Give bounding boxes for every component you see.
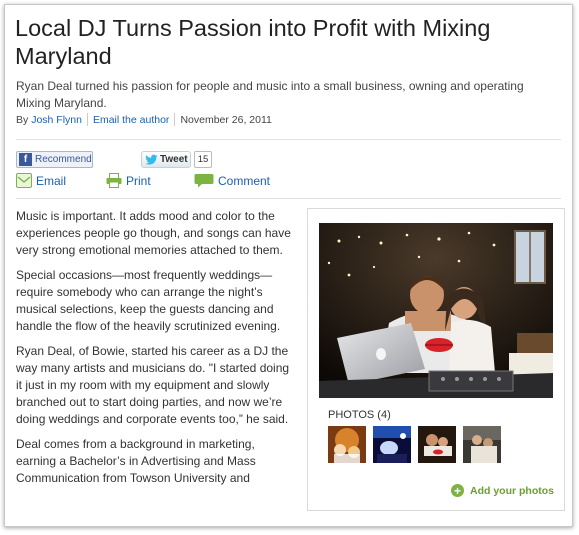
article-headline: Local DJ Turns Passion into Profit with … (15, 15, 491, 69)
printer-icon (106, 173, 122, 188)
facebook-recommend-button[interactable]: f Recommend (16, 151, 93, 168)
photo-thumbnail[interactable] (373, 426, 411, 463)
add-photos-link[interactable]: + Add your photos (451, 484, 554, 497)
divider (16, 139, 561, 140)
recommend-label: Recommend (35, 154, 92, 165)
tweet-label: Tweet (160, 154, 188, 165)
print-label: Print (126, 173, 151, 188)
tweet-count: 15 (194, 151, 212, 168)
photo-thumbnail[interactable] (418, 426, 456, 463)
facebook-icon: f (19, 153, 32, 166)
article-frame: Local DJ Turns Passion into Profit with … (4, 4, 573, 527)
byline: By Josh Flynn Email the author November … (16, 113, 272, 126)
author-link[interactable]: Josh Flynn (31, 114, 82, 126)
comment-label: Comment (218, 173, 271, 188)
email-label: Email (36, 173, 67, 188)
byline-divider (174, 113, 176, 126)
photo-thumbnail[interactable] (328, 426, 366, 463)
byline-prefix: By (16, 113, 29, 126)
main-photo[interactable] (319, 223, 553, 398)
article-subheadline: Ryan Deal turned his passion for people … (16, 79, 524, 110)
article-paragraph: Music is important. It adds mood and col… (16, 209, 291, 257)
article-paragraph: Special occasions—most frequently weddin… (16, 268, 281, 333)
speech-bubble-icon (194, 174, 214, 188)
byline-divider (86, 113, 88, 126)
twitter-bird-icon (145, 154, 158, 165)
article-paragraph: Ryan Deal, of Bowie, started his career … (16, 344, 290, 426)
add-photos-label: Add your photos (470, 484, 554, 497)
comment-link[interactable]: Comment (194, 173, 270, 188)
envelope-icon (16, 173, 32, 188)
publish-date: November 26, 2011 (180, 113, 272, 126)
email-author-link[interactable]: Email the author (93, 114, 169, 126)
photo-thumbnail[interactable] (463, 426, 501, 463)
tweet-button[interactable]: Tweet (141, 151, 191, 168)
plus-circle-icon: + (451, 484, 464, 497)
photos-count-label: PHOTOS (4) (328, 409, 391, 421)
email-share-link[interactable]: Email (16, 173, 66, 188)
article-body: Music is important. It adds mood and col… (16, 208, 291, 495)
article-paragraph: Deal comes from a background in marketin… (16, 437, 256, 485)
print-link[interactable]: Print (106, 173, 151, 188)
photo-gallery: PHOTOS (4) + Add your photos (307, 208, 565, 511)
divider (16, 198, 561, 199)
photo-thumbnails (328, 426, 501, 463)
